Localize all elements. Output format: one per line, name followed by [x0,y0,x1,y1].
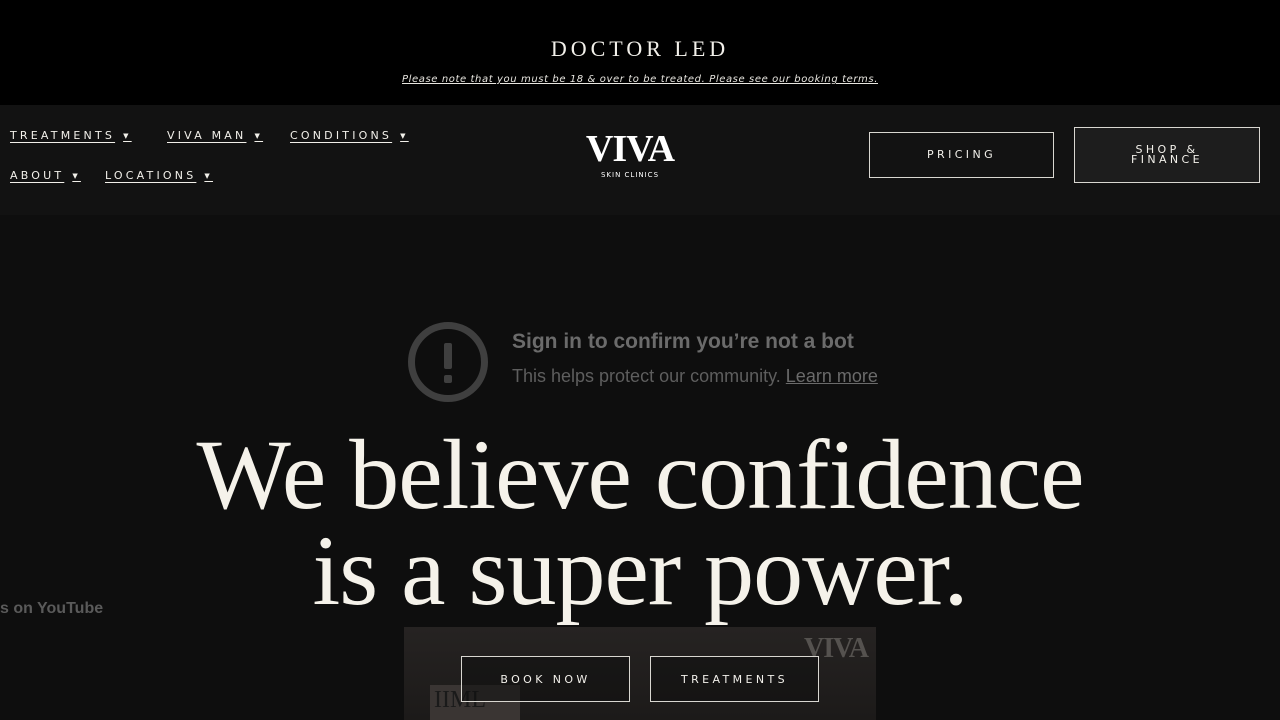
nav-item-label: LOCATIONS [105,169,197,182]
site-logo[interactable]: VIVA SKIN CLINICS [580,128,680,179]
nav-item-label: ABOUT [10,169,65,182]
caret-down-icon: ▼ [72,171,81,180]
caret-down-icon: ▼ [123,131,132,140]
pricing-button[interactable]: PRICING [869,132,1054,178]
shop-finance-button[interactable]: SHOP & FINANCE [1074,127,1260,183]
learn-more-link[interactable]: Learn more [786,366,878,386]
nav-item-treatments[interactable]: TREATMENTS ▼ [10,129,132,142]
alert-icon [408,322,488,402]
nav-item-label: VIVA MAN [167,129,247,142]
caret-down-icon: ▼ [400,131,409,140]
hero-headline-line2: is a super power. [312,515,968,626]
announcement-bar: DOCTOR LED Please note that you must be … [0,0,1280,105]
nav-item-viva-man[interactable]: VIVA MAN ▼ [167,129,263,142]
doctor-led-title: DOCTOR LED [550,36,730,61]
hero-section: Sign in to confirm you’re not a bot This… [0,215,1280,720]
logo-tagline: SKIN CLINICS [600,171,660,179]
hero-headline-line1: We believe confidence [196,419,1084,530]
nav-item-label: TREATMENTS [10,129,116,142]
hero-headline: We believe confidence is a super power. [0,419,1280,626]
youtube-bot-check: Sign in to confirm you’re not a bot This… [408,322,908,402]
logo-wordmark: VIVA [585,128,675,170]
site-header: TREATMENTS ▼ VIVA MAN ▼ CONDITIONS ▼ ABO… [0,105,1280,215]
nav-item-label: CONDITIONS [290,129,393,142]
bot-check-subtitle: This helps protect our community. Learn … [512,366,878,387]
nav-item-about[interactable]: ABOUT ▼ [10,169,81,182]
bot-check-text: This helps protect our community. [512,366,781,386]
book-now-button[interactable]: BOOK NOW [461,656,630,702]
bot-check-title: Sign in to confirm you’re not a bot [512,330,854,353]
caret-down-icon: ▼ [204,171,213,180]
treatments-button[interactable]: TREATMENTS [650,656,819,702]
nav-item-locations[interactable]: LOCATIONS ▼ [105,169,213,182]
nav-item-conditions[interactable]: CONDITIONS ▼ [290,129,409,142]
booking-terms-link[interactable]: Please note that you must be 18 & over t… [0,74,1280,85]
caret-down-icon: ▼ [254,131,264,140]
